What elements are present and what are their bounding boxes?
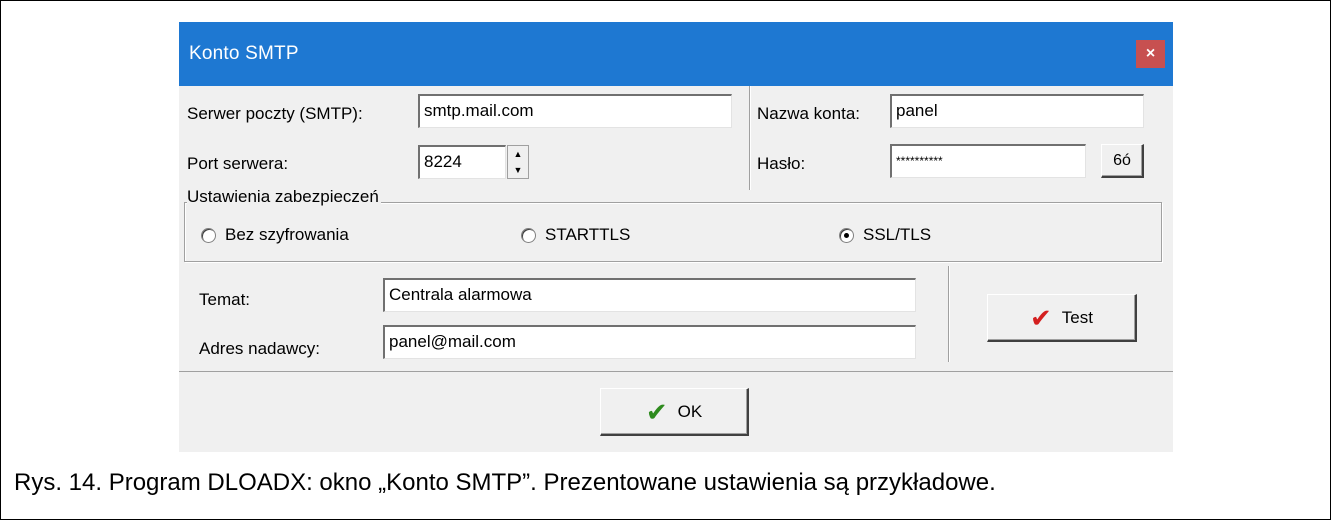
radio-label: Bez szyfrowania — [225, 225, 349, 244]
ok-button[interactable]: ✔ OK — [600, 388, 749, 436]
dialog-title: Konto SMTP — [189, 43, 299, 64]
spin-up-icon[interactable]: ▲ — [508, 146, 528, 162]
test-button[interactable]: ✔ Test — [987, 294, 1137, 342]
subject-input[interactable]: Centrala alarmowa — [383, 278, 916, 312]
close-button[interactable]: × — [1136, 40, 1165, 68]
account-name-input[interactable]: panel — [890, 94, 1144, 128]
radio-circle-icon — [201, 227, 216, 243]
smtp-server-input[interactable]: smtp.mail.com — [418, 94, 732, 128]
test-button-label: Test — [1061, 307, 1093, 327]
radio-circle-icon — [521, 227, 536, 243]
ok-button-label: OK — [677, 401, 703, 421]
password-input[interactable]: ********** — [890, 144, 1086, 178]
spin-down-icon[interactable]: ▼ — [508, 162, 528, 178]
radio-label: STARTTLS — [545, 225, 631, 244]
glasses-icon: 6ó — [1113, 151, 1131, 169]
port-label: Port serwera: — [187, 154, 289, 173]
radio-selected-icon — [839, 227, 854, 243]
security-group-title: Ustawienia zabezpieczeń — [187, 187, 381, 207]
close-icon: × — [1145, 45, 1156, 62]
show-password-button[interactable]: 6ó — [1101, 144, 1144, 178]
checkmark-icon: ✔ — [1030, 302, 1052, 333]
subject-label: Temat: — [199, 290, 251, 309]
smtp-dialog: Konto SMTP × Serwer poczty (SMTP): smtp.… — [179, 22, 1173, 452]
port-input[interactable]: 8224 — [418, 145, 506, 179]
sender-input[interactable]: panel@mail.com — [383, 325, 916, 359]
radio-label: SSL/TLS — [863, 225, 932, 244]
smtp-server-label: Serwer poczty (SMTP): — [187, 104, 363, 123]
radio-ssl-tls[interactable]: SSL/TLS — [839, 225, 931, 245]
radio-starttls[interactable]: STARTTLS — [521, 225, 630, 245]
vertical-divider — [749, 86, 751, 190]
radio-no-encryption[interactable]: Bez szyfrowania — [201, 225, 349, 245]
checkmark-icon: ✔ — [645, 396, 668, 427]
vertical-divider — [948, 266, 950, 362]
password-label: Hasło: — [757, 154, 806, 173]
port-spinner[interactable]: ▲ ▼ — [507, 145, 529, 179]
title-bar: Konto SMTP × — [179, 22, 1173, 86]
sender-label: Adres nadawcy: — [199, 339, 320, 358]
figure-caption: Rys. 14. Program DLOADX: okno „Konto SMT… — [14, 469, 996, 496]
account-name-label: Nazwa konta: — [757, 104, 860, 123]
